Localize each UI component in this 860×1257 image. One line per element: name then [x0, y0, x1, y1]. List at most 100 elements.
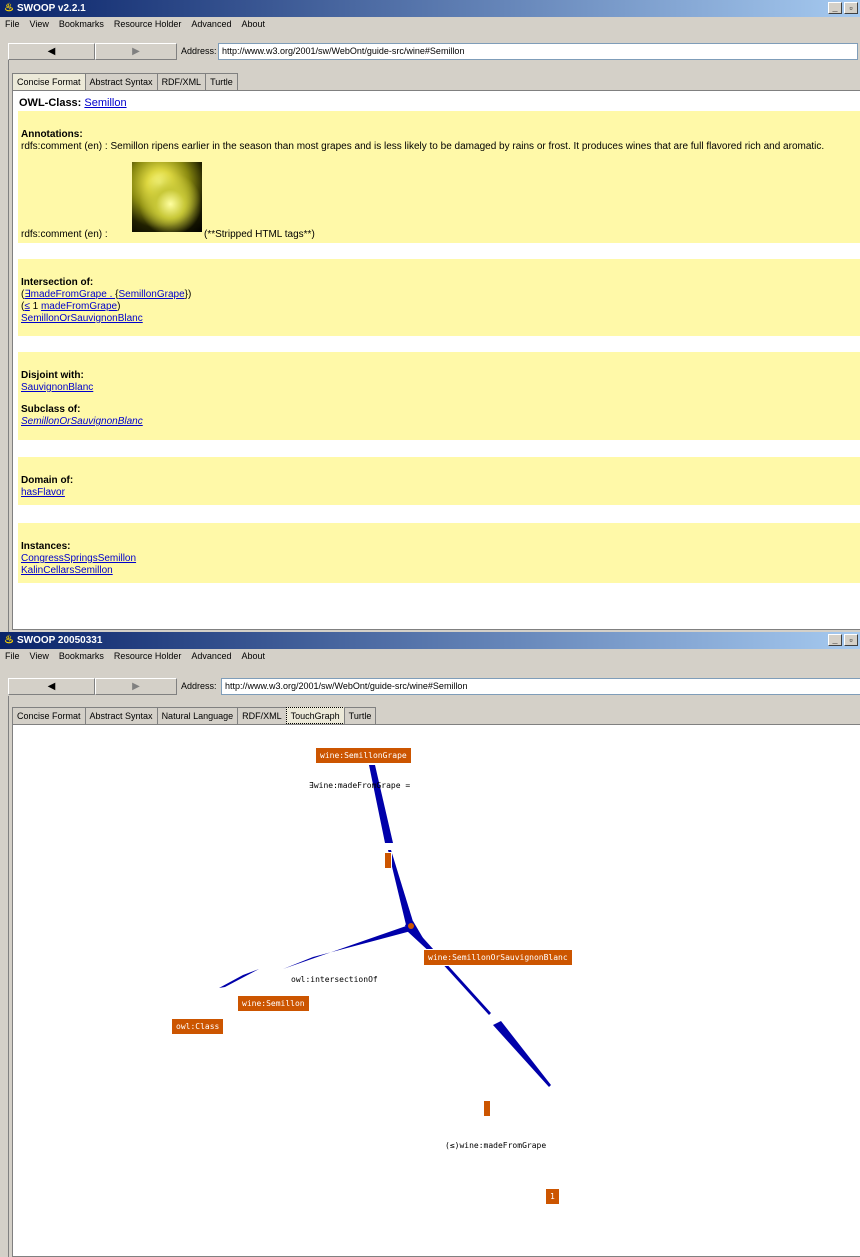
- navigation-bar: ◀ ▶ Address: http://www.w3.org/2001/sw/W…: [0, 32, 860, 63]
- minimize-icon[interactable]: _: [828, 634, 842, 646]
- edge-hub-stub2: [409, 927, 491, 1015]
- tab-turtle[interactable]: Turtle: [205, 73, 238, 90]
- comment-1: rdfs:comment (en) : Semillon ripens earl…: [21, 141, 825, 152]
- tab-rdf-xml[interactable]: RDF/XML: [156, 73, 207, 90]
- maximize-icon[interactable]: ▫: [844, 2, 858, 14]
- menu-bookmarks[interactable]: Bookmarks: [54, 17, 109, 32]
- edge-hub-semillon: [283, 925, 411, 969]
- left-splitter[interactable]: [0, 696, 9, 1257]
- menu-bar: File View Bookmarks Resource Holder Adva…: [0, 17, 860, 32]
- has-flavor-link[interactable]: hasFlavor: [21, 487, 65, 498]
- node-semillon[interactable]: wine:Semillon: [237, 995, 310, 1012]
- instances-title: Instances:: [21, 541, 71, 552]
- node-owl-class[interactable]: owl:Class: [171, 1018, 225, 1035]
- title-bar[interactable]: ♨ SWOOP v2.2.1 _ ▫: [0, 0, 860, 17]
- forward-button[interactable]: ▶: [95, 43, 177, 60]
- edge-label-le-made: (≤)wine:madeFromGrape: [445, 1141, 547, 1150]
- menu-file[interactable]: File: [0, 649, 25, 664]
- graph-edges: [219, 765, 551, 1087]
- comment-2: rdfs:comment (en) :: [21, 229, 108, 240]
- annotations-block: Annotations: rdfs:comment (en) : Semillo…: [18, 111, 860, 243]
- disjoint-section: Disjoint with: SauvignonBlanc Subclass o…: [21, 370, 143, 428]
- minimize-icon[interactable]: _: [828, 2, 842, 14]
- back-button[interactable]: ◀: [8, 43, 95, 60]
- instances-section: Instances: CongressSpringsSemillon Kalin…: [21, 541, 136, 577]
- intersection-title: Intersection of:: [21, 277, 94, 288]
- sauvignon-blanc-link[interactable]: SauvignonBlanc: [21, 382, 93, 393]
- swoop-icon: ♨: [4, 2, 14, 14]
- left-splitter[interactable]: [0, 60, 9, 632]
- node-stub-bottom[interactable]: [483, 1100, 491, 1117]
- menu-resource-holder[interactable]: Resource Holder: [109, 649, 187, 664]
- domain-title: Domain of:: [21, 475, 74, 486]
- menu-bookmarks[interactable]: Bookmarks: [54, 649, 109, 664]
- semillon-or-sauvignon-blanc-link[interactable]: SemillonOrSauvignonBlanc: [21, 313, 143, 324]
- exists-made-from-grape-link[interactable]: ∃madeFromGrape .: [24, 289, 115, 300]
- menu-file[interactable]: File: [0, 17, 25, 32]
- view-tabs: Concise Format Abstract Syntax Natural L…: [12, 707, 377, 724]
- semillon-grape-image: [132, 162, 202, 232]
- edge-grape-stub: [369, 765, 393, 843]
- class-header-prefix: OWL-Class:: [19, 97, 82, 109]
- menu-resource-holder[interactable]: Resource Holder: [109, 17, 187, 32]
- instance-link[interactable]: KalinCellarsSemillon: [21, 565, 113, 576]
- node-one[interactable]: 1: [545, 1188, 560, 1205]
- tab-abstract-syntax[interactable]: Abstract Syntax: [84, 707, 158, 724]
- address-label: Address:: [181, 46, 217, 56]
- menu-advanced[interactable]: Advanced: [186, 649, 236, 664]
- disjoint-title: Disjoint with:: [21, 370, 84, 381]
- intersection-block: Intersection of: (∃madeFromGrape . {Semi…: [18, 259, 860, 336]
- edge-semillon-class: [219, 969, 259, 988]
- node-semillon-or-sauvignon-blanc[interactable]: wine:SemillonOrSauvignonBlanc: [423, 949, 573, 966]
- made-from-grape-link[interactable]: madeFromGrape: [41, 301, 117, 312]
- semillon-grape-link[interactable]: SemillonGrape: [118, 289, 184, 300]
- menu-bar: File View Bookmarks Resource Holder Adva…: [0, 649, 860, 664]
- subclass-title: Subclass of:: [21, 404, 81, 415]
- tab-touchgraph[interactable]: TouchGraph: [285, 707, 345, 724]
- address-input[interactable]: http://www.w3.org/2001/sw/WebOnt/guide-s…: [218, 43, 858, 60]
- instances-block: Instances: CongressSpringsSemillon Kalin…: [18, 523, 860, 583]
- intersection-section: Intersection of: (∃madeFromGrape . {Semi…: [21, 277, 191, 325]
- forward-button[interactable]: ▶: [95, 678, 177, 695]
- tab-concise-format[interactable]: Concise Format: [12, 73, 86, 90]
- tab-turtle[interactable]: Turtle: [343, 707, 377, 724]
- swoop-window-bottom: ♨ SWOOP 20050331 _ ▫ File View Bookmarks…: [0, 632, 860, 1257]
- menu-about[interactable]: About: [236, 17, 270, 32]
- window-title: SWOOP 20050331: [17, 635, 103, 646]
- menu-view[interactable]: View: [25, 649, 54, 664]
- node-stub-top[interactable]: [384, 852, 392, 869]
- tab-natural-language[interactable]: Natural Language: [156, 707, 239, 724]
- edge-stub-hub: [388, 850, 415, 929]
- tab-concise-format[interactable]: Concise Format: [12, 707, 86, 724]
- menu-about[interactable]: About: [236, 649, 270, 664]
- annotations-section: Annotations: rdfs:comment (en) : Semillo…: [21, 129, 856, 153]
- menu-advanced[interactable]: Advanced: [186, 17, 236, 32]
- instance-link[interactable]: CongressSpringsSemillon: [21, 553, 136, 564]
- edge-label-intersection: owl:intersectionOf: [291, 975, 378, 984]
- menu-view[interactable]: View: [25, 17, 54, 32]
- hub-node: [408, 923, 414, 929]
- maximize-icon[interactable]: ▫: [844, 634, 858, 646]
- title-bar[interactable]: ♨ SWOOP 20050331 _ ▫: [0, 632, 860, 649]
- class-header: OWL-Class: Semillon: [19, 97, 127, 109]
- tab-rdf-xml[interactable]: RDF/XML: [237, 707, 287, 724]
- view-tabs: Concise Format Abstract Syntax RDF/XML T…: [12, 73, 238, 90]
- intersection-line-2: (≤ 1 madeFromGrape): [21, 301, 121, 312]
- subclass-link[interactable]: SemillonOrSauvignonBlanc: [21, 416, 143, 427]
- concise-format-pane: OWL-Class: Semillon Annotations: rdfs:co…: [12, 90, 860, 630]
- address-label: Address:: [181, 681, 217, 691]
- swoop-icon: ♨: [4, 634, 14, 646]
- navigation-bar: ◀ ▶ Address: http://www.w3.org/2001/sw/W…: [0, 664, 860, 695]
- domain-section: Domain of: hasFlavor: [21, 475, 73, 499]
- tab-abstract-syntax[interactable]: Abstract Syntax: [84, 73, 158, 90]
- stripped-tags-note: (**Stripped HTML tags**): [204, 229, 315, 240]
- back-button[interactable]: ◀: [8, 678, 95, 695]
- address-input[interactable]: http://www.w3.org/2001/sw/WebOnt/guide-s…: [221, 678, 860, 695]
- domain-block: Domain of: hasFlavor: [18, 457, 860, 505]
- touchgraph-canvas[interactable]: wine:SemillonGrape ∃wine:madeFromGrape =…: [12, 724, 860, 1257]
- disjoint-subclass-block: Disjoint with: SauvignonBlanc Subclass o…: [18, 352, 860, 440]
- class-link[interactable]: Semillon: [84, 97, 126, 109]
- swoop-window-top: ♨ SWOOP v2.2.1 _ ▫ File View Bookmarks R…: [0, 0, 860, 632]
- edge-stub2-one: [493, 1021, 551, 1087]
- node-semillon-grape[interactable]: wine:SemillonGrape: [315, 747, 412, 764]
